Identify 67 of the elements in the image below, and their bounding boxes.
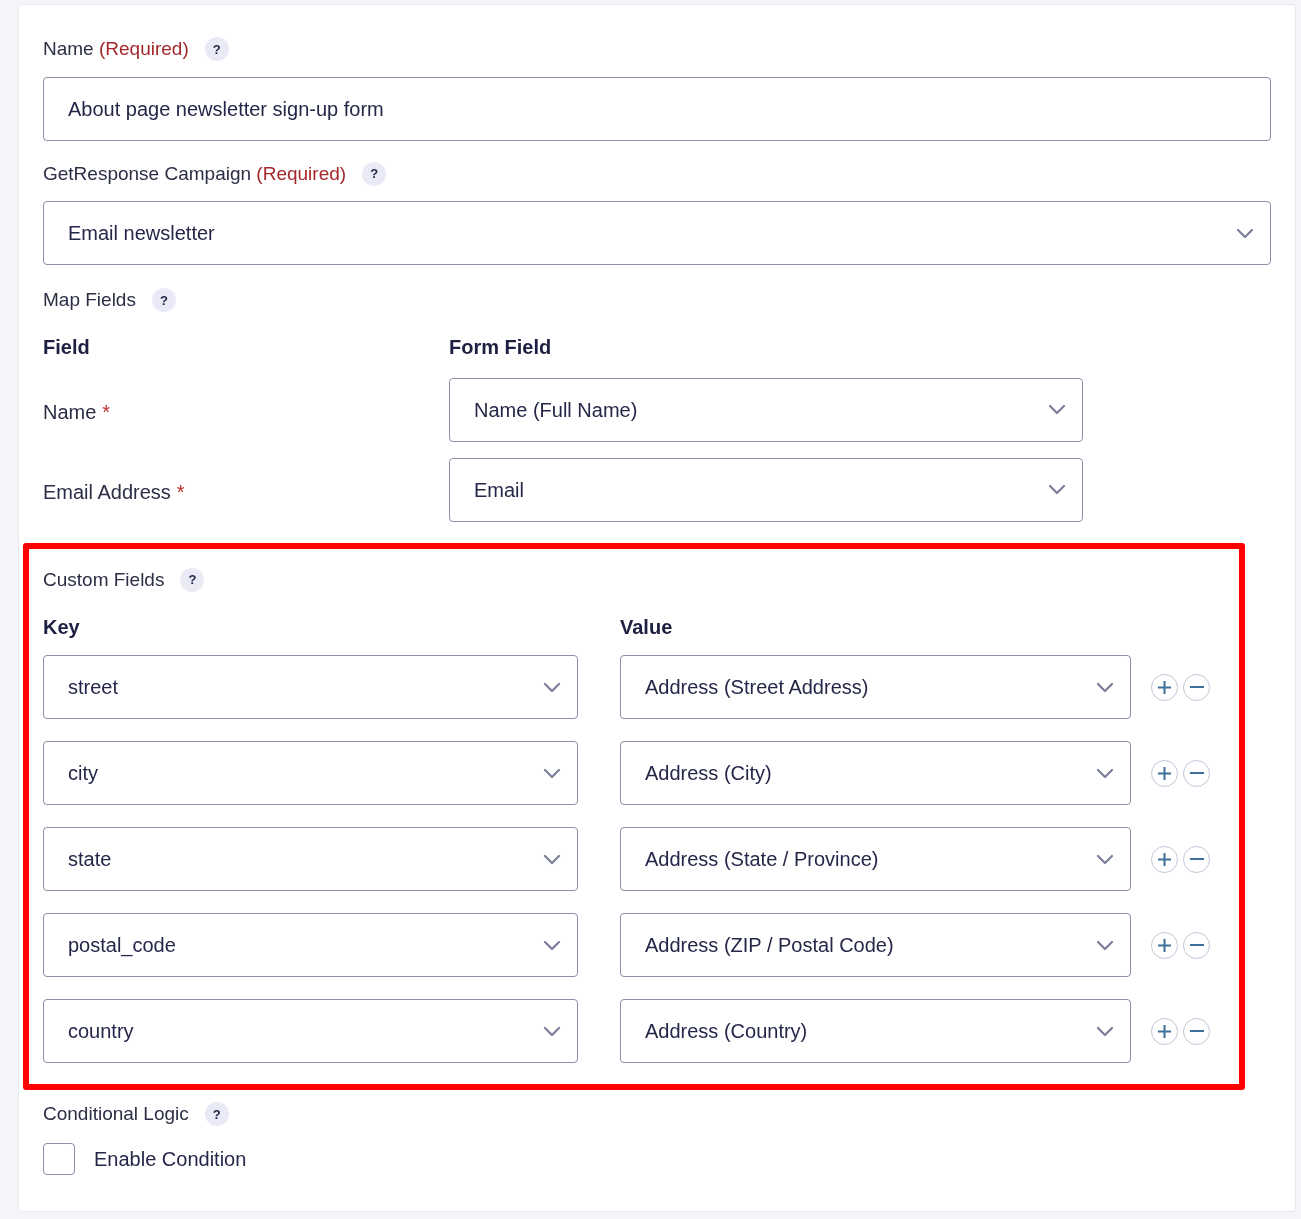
value-select[interactable]: Address (Country) [620, 999, 1131, 1063]
field-label: Name (Required) [43, 37, 189, 61]
remove-row-button[interactable] [1183, 1017, 1210, 1045]
chevron-down-icon [543, 681, 561, 693]
key-select[interactable]: street [43, 655, 578, 719]
value-select[interactable]: Address (Street Address) [620, 655, 1131, 719]
key-select[interactable]: postal_code [43, 913, 578, 977]
remove-row-button[interactable] [1183, 759, 1210, 787]
form-field-select[interactable]: Email [449, 457, 1083, 522]
value-select[interactable]: Address (State / Province) [620, 827, 1131, 891]
field-name: Email Address [43, 479, 171, 505]
help-icon[interactable]: ? [362, 161, 387, 186]
chevron-down-icon [1096, 939, 1114, 951]
help-icon[interactable]: ? [151, 288, 176, 313]
field-label: GetResponse Campaign (Required) [43, 161, 347, 186]
field-label: Custom Fields [43, 567, 165, 592]
chevron-down-icon [543, 939, 561, 951]
column-header: Key [43, 615, 81, 640]
remove-row-button[interactable] [1183, 673, 1210, 701]
chevron-down-icon [1096, 1025, 1114, 1037]
help-icon[interactable]: ? [204, 37, 229, 62]
help-icon[interactable]: ? [204, 1102, 229, 1127]
column-header: Field [43, 334, 91, 360]
field-label: Map Fields [43, 288, 136, 312]
column-header: Form Field [449, 334, 552, 360]
field-label: Conditional Logic [43, 1102, 189, 1126]
checkbox[interactable] [43, 1142, 75, 1175]
minus-icon [1189, 1030, 1204, 1032]
chevron-down-icon [543, 767, 561, 779]
add-row-button[interactable] [1151, 1017, 1178, 1045]
required-asterisk: * [176, 479, 185, 505]
help-icon[interactable]: ? [180, 567, 205, 592]
chevron-down-icon [1096, 767, 1114, 779]
chevron-down-icon [1236, 227, 1254, 239]
value-select[interactable]: Address (City) [620, 741, 1131, 805]
chevron-down-icon [1048, 404, 1066, 415]
field-name: Name [43, 399, 97, 425]
minus-icon [1189, 944, 1204, 946]
plus-icon [1157, 679, 1172, 695]
checkbox-label: Enable Condition [94, 1146, 247, 1172]
add-row-button[interactable] [1151, 845, 1178, 873]
key-select[interactable]: state [43, 827, 578, 891]
key-select[interactable]: city [43, 741, 578, 805]
form-field-select[interactable]: Name (Full Name) [449, 377, 1083, 442]
minus-icon [1189, 772, 1204, 774]
chevron-down-icon [1096, 853, 1114, 865]
key-select[interactable]: country [43, 999, 578, 1063]
minus-icon [1189, 858, 1204, 860]
chevron-down-icon [543, 853, 561, 865]
add-row-button[interactable] [1151, 673, 1178, 701]
add-row-button[interactable] [1151, 931, 1178, 959]
minus-icon [1189, 686, 1204, 688]
remove-row-button[interactable] [1183, 845, 1210, 873]
plus-icon [1157, 1023, 1172, 1039]
chevron-down-icon [1096, 681, 1114, 693]
required-asterisk: * [102, 399, 111, 425]
plus-icon [1157, 851, 1172, 867]
chevron-down-icon [1048, 484, 1066, 495]
plus-icon [1157, 765, 1172, 781]
value-select[interactable]: Address (ZIP / Postal Code) [620, 913, 1131, 977]
add-row-button[interactable] [1151, 759, 1178, 787]
plus-icon [1157, 937, 1172, 953]
column-header: Value [620, 615, 673, 640]
name-input[interactable]: About page newsletter sign-up form [43, 76, 1271, 141]
remove-row-button[interactable] [1183, 931, 1210, 959]
chevron-down-icon [543, 1025, 561, 1037]
campaign-select[interactable]: Email newsletter [43, 201, 1271, 265]
